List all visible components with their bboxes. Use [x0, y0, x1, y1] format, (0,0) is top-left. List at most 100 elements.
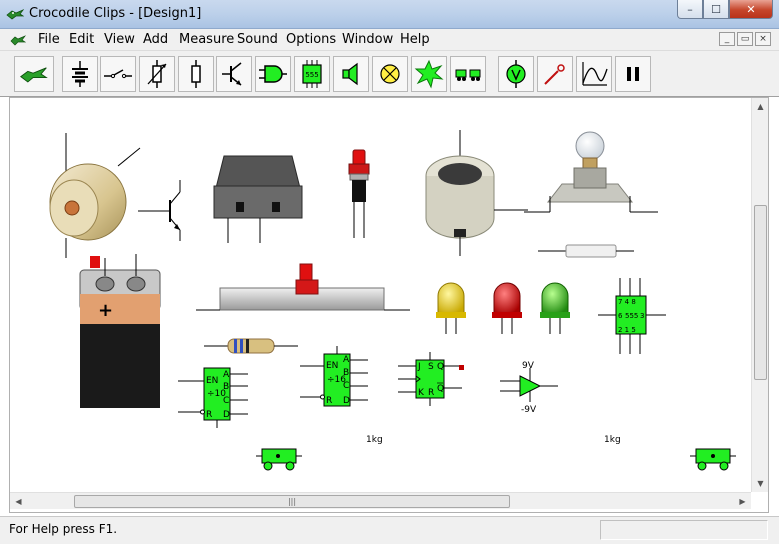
rocker-switch[interactable] [213, 155, 303, 243]
horizontal-scrollbar[interactable]: ◀ ||| ▶ [10, 492, 751, 509]
transistor-symbol[interactable] [138, 180, 181, 241]
transistor-tool-button[interactable] [216, 56, 252, 92]
counter1-a-label: A [223, 370, 230, 380]
counter2-r-label: R [326, 396, 332, 406]
status-pane [600, 520, 768, 540]
scroll-down-icon[interactable]: ▼ [752, 475, 769, 492]
logic-gate-tool-button[interactable] [255, 56, 291, 92]
counter2-c-label: C [343, 381, 349, 391]
mdi-minimize-button[interactable]: _ [719, 32, 735, 46]
voltmeter-tool-button[interactable] [498, 56, 534, 92]
ff-q-label: Q [437, 362, 444, 372]
opamp-negative-rail-label: -9V [521, 405, 537, 415]
horizontal-scroll-thumb[interactable]: ||| [74, 495, 510, 508]
menu-options[interactable]: Options [286, 32, 336, 47]
speaker-icon [342, 62, 358, 86]
crocodile-icon [20, 67, 48, 83]
counter2-a-label: A [343, 355, 350, 365]
variable-resistor-icon [147, 60, 167, 88]
counter1-d-label: D [223, 410, 230, 420]
ic555-label: 555 [625, 312, 638, 320]
probe-tool-button[interactable] [537, 56, 573, 92]
graph-icon [582, 62, 608, 86]
menu-bar: File Edit View Add Measure Sound Options… [0, 29, 779, 51]
scroll-right-icon[interactable]: ▶ [734, 493, 751, 510]
mass-1kg-label-2: 1kg [604, 435, 621, 445]
ff-r-label: R [428, 388, 434, 398]
circuit-scene: + 7 4 8 6 555 3 2 1 5 EN A B ÷10 C R D E… [49, 130, 736, 471]
vertical-scrollbar[interactable]: ▲ ▼ [751, 98, 768, 492]
counter-div10[interactable]: EN A B ÷10 C R D [178, 367, 248, 428]
switch-icon [104, 69, 132, 79]
ic-555-tool-button[interactable]: 555 [294, 56, 330, 92]
scroll-left-icon[interactable]: ◀ [10, 493, 27, 510]
design-canvas[interactable]: + 7 4 8 6 555 3 2 1 5 EN A B ÷10 C R D E… [9, 97, 769, 513]
crocodile-tool-button[interactable] [14, 56, 54, 92]
lamp-icon [380, 64, 400, 84]
document-crocodile-icon[interactable] [10, 32, 26, 48]
dc-motor[interactable] [49, 133, 141, 258]
counter2-en-label: EN [326, 361, 338, 371]
slide-potentiometer[interactable] [196, 263, 410, 311]
menu-file[interactable]: File [38, 32, 60, 47]
transistor-icon [222, 62, 242, 86]
fuse[interactable] [538, 244, 634, 258]
toolbar: 555 [0, 51, 779, 97]
ff-qbar-label: Q [437, 384, 444, 394]
buzzer[interactable] [425, 130, 528, 256]
counter-div16[interactable]: EN A B ÷16 C R D [300, 346, 368, 407]
pause-icon [627, 67, 639, 81]
spark-tool-button[interactable] [411, 56, 447, 92]
menu-add[interactable]: Add [143, 32, 168, 47]
menu-edit[interactable]: Edit [69, 32, 94, 47]
mdi-close-button[interactable]: × [755, 32, 771, 46]
voltmeter-icon [506, 60, 526, 88]
led-yellow[interactable] [436, 282, 466, 334]
battery-plus-label: + [98, 300, 113, 321]
lamp-tool-button[interactable] [372, 56, 408, 92]
ic555-pin3: 3 [640, 312, 644, 320]
jk-flip-flop[interactable]: J S Q Q K R [398, 352, 464, 406]
mass-1kg-label-1: 1kg [366, 435, 383, 445]
op-amp[interactable]: 9V -9V [500, 361, 558, 415]
mdi-restore-button[interactable]: ▭ [737, 32, 753, 46]
battery-9v[interactable]: + [79, 254, 161, 408]
menu-view[interactable]: View [104, 32, 135, 47]
counter1-r-label: R [206, 410, 212, 420]
trolley-tool-button[interactable] [450, 56, 486, 92]
variable-resistor-tool-button[interactable] [139, 56, 175, 92]
menu-window[interactable]: Window [342, 32, 393, 47]
ic-555-timer[interactable]: 7 4 8 6 555 3 2 1 5 [598, 278, 666, 354]
status-text: For Help press F1. [9, 522, 118, 536]
ic555-pin6: 6 [618, 312, 623, 320]
battery-tool-button[interactable] [62, 56, 98, 92]
menu-measure[interactable]: Measure [179, 32, 234, 47]
switch-tool-button[interactable] [100, 56, 136, 92]
push-button[interactable] [348, 149, 370, 238]
vertical-scroll-thumb[interactable] [754, 205, 767, 380]
ic-555-label: 555 [305, 71, 318, 79]
close-button[interactable]: ✕ [729, 0, 773, 19]
speaker-tool-button[interactable] [333, 56, 369, 92]
counter2-d-label: D [343, 396, 350, 406]
pause-tool-button[interactable] [615, 56, 651, 92]
led-red[interactable] [492, 282, 522, 334]
led-green[interactable] [540, 282, 570, 334]
carbon-resistor[interactable] [204, 338, 298, 354]
maximize-button[interactable]: ☐ [703, 0, 729, 19]
ic555-pins-top: 7 4 8 [618, 298, 636, 306]
resistor-icon [191, 60, 201, 88]
minimize-button[interactable]: – [677, 0, 703, 19]
menu-help[interactable]: Help [400, 32, 430, 47]
trolley-1[interactable] [256, 448, 302, 471]
menu-sound[interactable]: Sound [237, 32, 278, 47]
lamp-holder[interactable] [524, 131, 658, 213]
battery-icon [72, 61, 88, 87]
resistor-tool-button[interactable] [178, 56, 214, 92]
scroll-up-icon[interactable]: ▲ [752, 98, 769, 115]
ic-555-icon: 555 [302, 60, 322, 88]
trolley-2[interactable] [690, 448, 736, 471]
graph-tool-button[interactable] [576, 56, 612, 92]
counter1-c-label: C [223, 396, 229, 406]
logic-gate-icon [259, 65, 287, 83]
